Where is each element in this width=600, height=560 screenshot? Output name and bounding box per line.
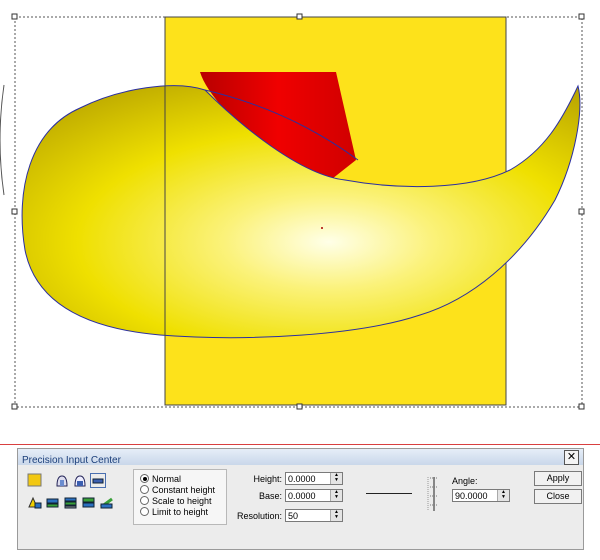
radio-limit-to-height-label: Limit to height bbox=[152, 507, 209, 517]
handle-top-center[interactable] bbox=[296, 13, 303, 20]
spin-down-icon[interactable]: ▼ bbox=[331, 495, 342, 500]
radio-limit-to-height[interactable]: Limit to height bbox=[140, 507, 208, 518]
dome-icon[interactable] bbox=[54, 473, 70, 488]
radio-constant-height-indicator[interactable] bbox=[140, 485, 149, 494]
radio-scale-to-height[interactable]: Scale to height bbox=[140, 496, 212, 507]
base-spinner[interactable]: ▲ ▼ bbox=[330, 490, 342, 501]
panel-title: Precision Input Center bbox=[22, 455, 121, 466]
base-field[interactable]: ▲▼ bbox=[285, 489, 343, 502]
resolution-label: Resolution: bbox=[236, 511, 282, 521]
radio-limit-to-height-indicator[interactable] bbox=[140, 507, 149, 516]
relief-tool-2-icon[interactable] bbox=[45, 495, 61, 510]
radio-constant-height[interactable]: Constant height bbox=[140, 485, 215, 496]
radio-normal-label: Normal bbox=[152, 474, 182, 484]
angle-line bbox=[366, 493, 412, 494]
spin-down-icon[interactable]: ▼ bbox=[498, 495, 509, 500]
resolution-spinner[interactable]: ▲ ▼ bbox=[330, 510, 342, 521]
angle-input[interactable] bbox=[453, 490, 499, 501]
resolution-field[interactable]: ▲▼ bbox=[285, 509, 343, 522]
radio-normal-indicator[interactable] bbox=[140, 474, 149, 483]
handle-top-right[interactable] bbox=[578, 13, 585, 20]
radio-scale-to-height-indicator[interactable] bbox=[140, 496, 149, 505]
resolution-input[interactable] bbox=[286, 510, 332, 521]
angle-spinner[interactable]: ▲ ▼ bbox=[497, 490, 509, 501]
radio-constant-height-label: Constant height bbox=[152, 485, 216, 495]
radio-normal[interactable]: Normal bbox=[140, 474, 181, 485]
radio-scale-to-height-label: Scale to height bbox=[152, 496, 212, 506]
spin-down-icon[interactable]: ▼ bbox=[331, 478, 342, 483]
separator-line bbox=[0, 444, 600, 445]
base-input[interactable] bbox=[286, 490, 332, 501]
mode-radio-group: Normal Constant height Scale to height L… bbox=[133, 469, 227, 525]
handle-middle-right[interactable] bbox=[578, 208, 585, 215]
panel-titlebar[interactable]: Precision Input Center bbox=[18, 449, 583, 466]
apply-button[interactable]: Apply bbox=[534, 471, 582, 486]
close-button[interactable]: Close bbox=[534, 489, 582, 504]
angle-label: Angle: bbox=[452, 476, 478, 486]
angle-field[interactable]: ▲▼ bbox=[452, 489, 510, 502]
close-icon[interactable]: ✕ bbox=[564, 450, 579, 465]
angle-slider[interactable] bbox=[425, 475, 441, 513]
height-input[interactable] bbox=[286, 473, 332, 484]
spin-down-icon[interactable]: ▼ bbox=[331, 515, 342, 520]
relief-tool-1-icon[interactable] bbox=[27, 495, 43, 510]
height-label: Height: bbox=[253, 474, 282, 484]
dome-alt-icon[interactable] bbox=[72, 473, 88, 488]
precision-input-center-panel: Precision Input Center ✕ Normal Constant… bbox=[17, 448, 584, 550]
height-spinner[interactable]: ▲ ▼ bbox=[330, 473, 342, 484]
flat-icon[interactable] bbox=[90, 473, 106, 488]
offscreen-arc bbox=[0, 84, 5, 196]
handle-bottom-right[interactable] bbox=[578, 403, 585, 410]
relief-tool-5-icon[interactable] bbox=[99, 495, 115, 510]
base-label: Base: bbox=[258, 491, 282, 501]
relief-tool-3-icon[interactable] bbox=[63, 495, 79, 510]
relief-tool-4-icon[interactable] bbox=[81, 495, 97, 510]
color-swatch-icon[interactable] bbox=[27, 473, 43, 488]
handle-bottom-center[interactable] bbox=[296, 403, 303, 410]
handle-top-left[interactable] bbox=[11, 13, 18, 20]
drawing-canvas[interactable] bbox=[0, 0, 600, 420]
handle-middle-left[interactable] bbox=[11, 208, 18, 215]
handle-bottom-left[interactable] bbox=[11, 403, 18, 410]
shape-center-mark bbox=[321, 227, 323, 229]
height-field[interactable]: ▲▼ bbox=[285, 472, 343, 485]
